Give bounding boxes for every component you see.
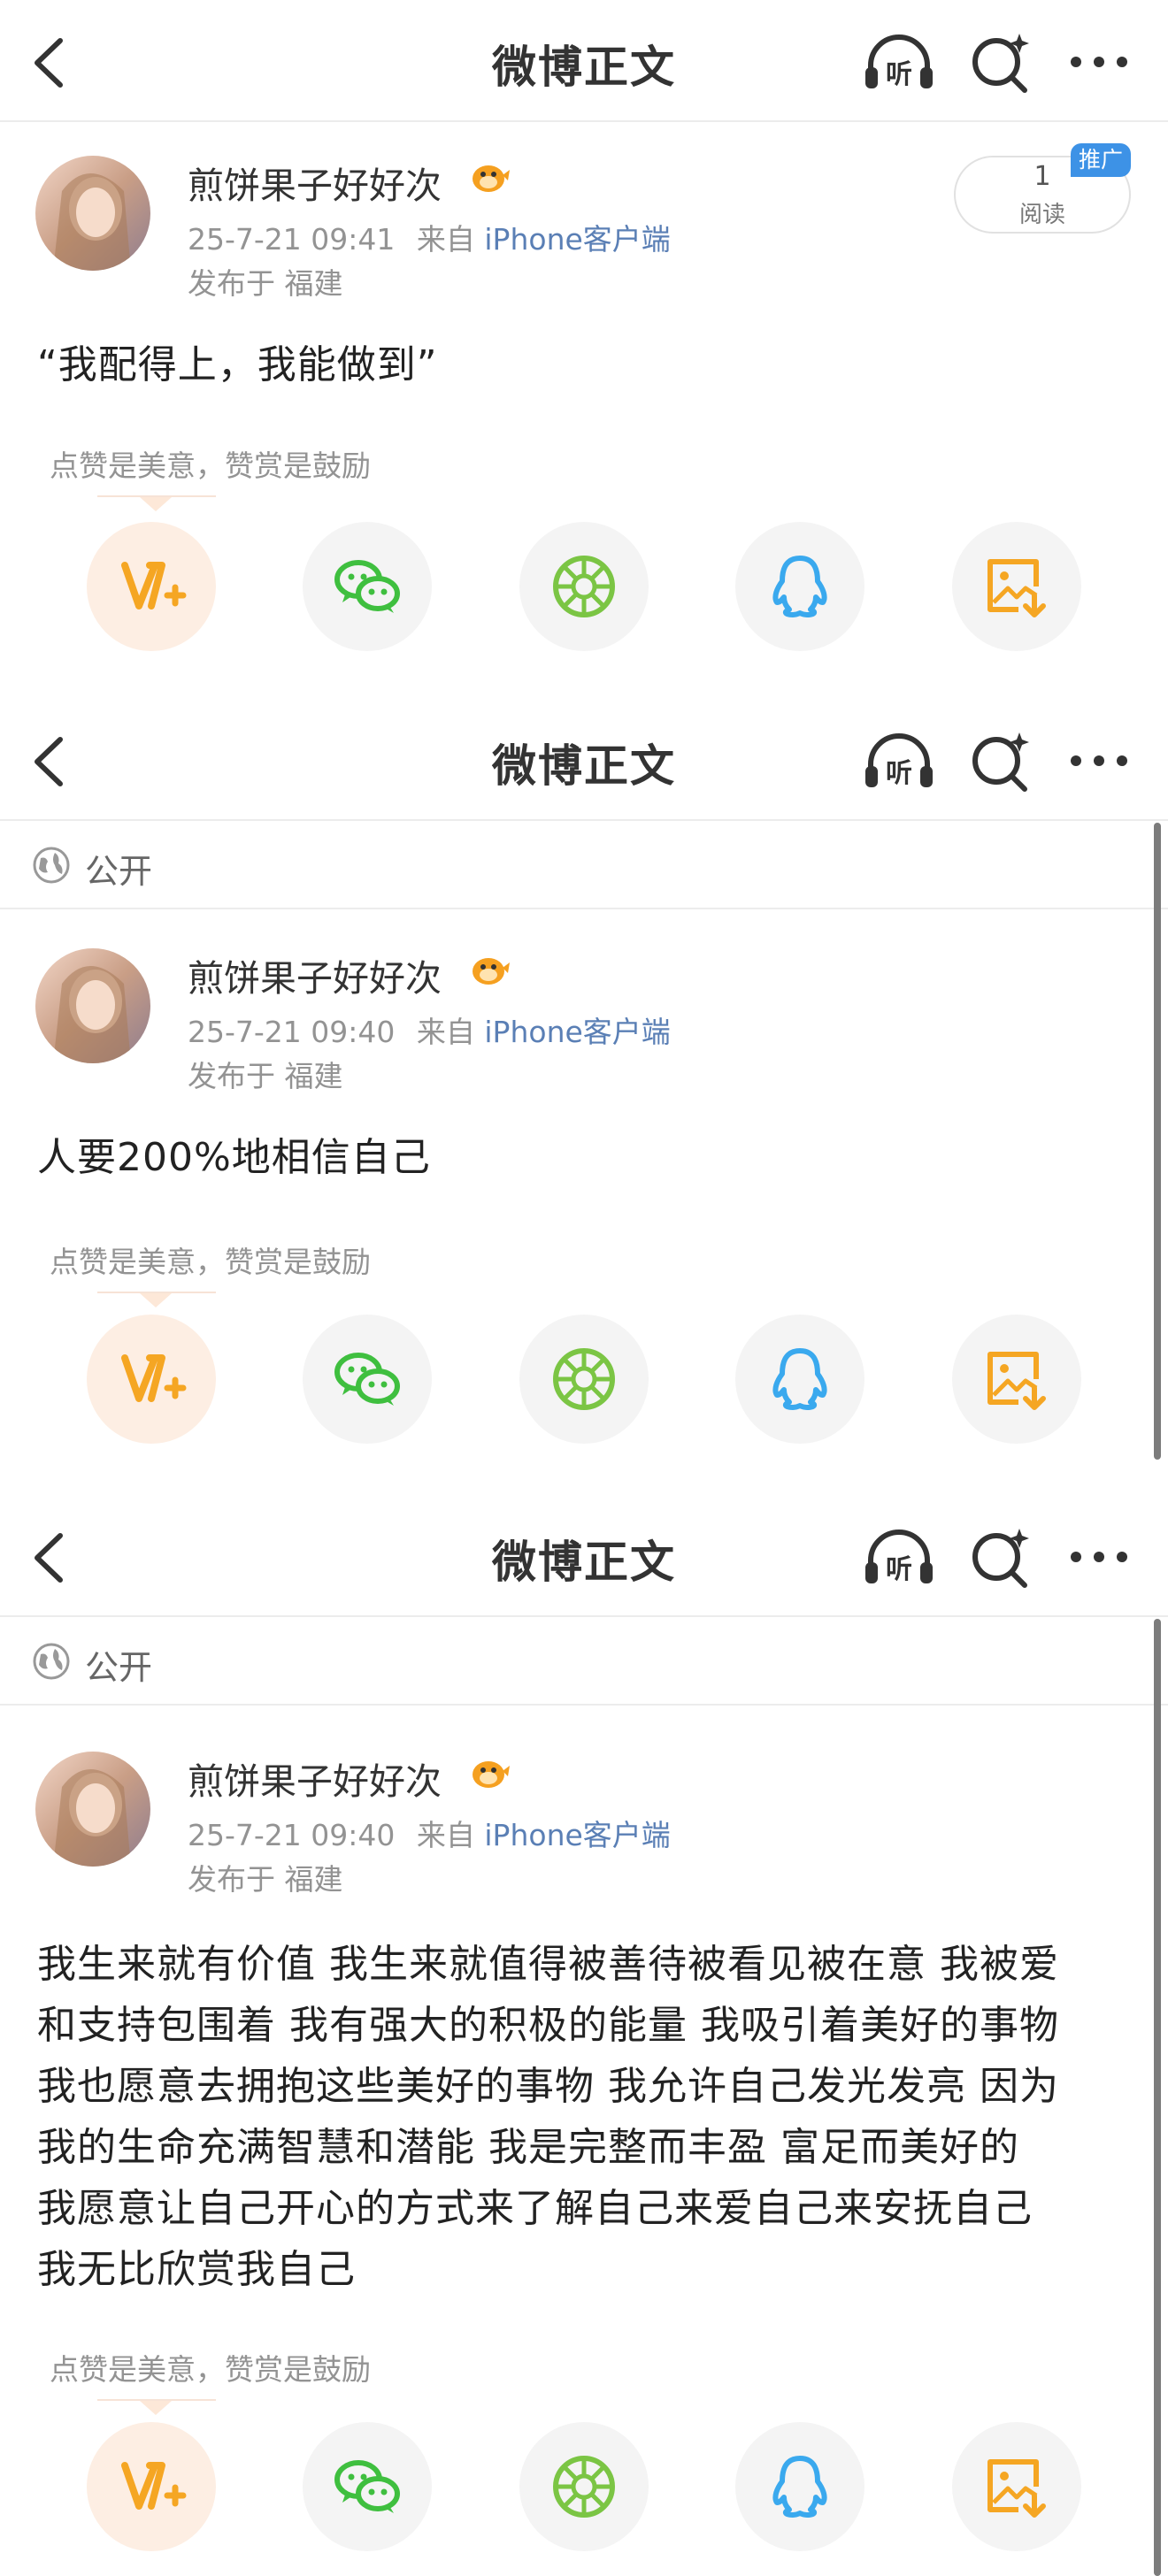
svg-text:听: 听 — [886, 1554, 912, 1585]
svg-text:听: 听 — [886, 59, 912, 90]
visibility-bar: 公开 — [0, 821, 1168, 909]
read-label: 阅读 — [1018, 202, 1065, 228]
post-meta: 25-7-21 09:41 来自 iPhone客户端 — [188, 216, 671, 258]
globe-icon — [33, 1643, 70, 1680]
visibility-bar: 公开 — [0, 1617, 1168, 1706]
reward-tip: 点赞是美意，赞赏是鼓励 — [50, 448, 371, 483]
weibo-reward-button[interactable] — [87, 2422, 216, 2551]
save-image-icon — [987, 1352, 1046, 1410]
username[interactable]: 煎饼果子好好次 — [188, 1752, 442, 1805]
timestamp: 25-7-21 09:40 — [188, 1818, 396, 1852]
weibo-reward-icon — [121, 1354, 187, 1402]
member-badge-icon — [473, 958, 510, 985]
share-bar — [0, 2422, 1168, 2555]
save-image-button[interactable] — [952, 1315, 1081, 1444]
screen-1: 微博正文 听 煎饼果子好好次 25-7-21 09:41 来自 iPhone客户… — [0, 0, 1168, 699]
username[interactable]: 煎饼果子好好次 — [188, 948, 442, 1001]
timestamp: 25-7-21 09:41 — [188, 222, 396, 257]
content-line: 我生来就有价值 我生来就值得被善待被看见被在意 我被爱 — [37, 1942, 1059, 1987]
qq-icon — [772, 1348, 827, 1410]
share-bar — [0, 522, 1168, 655]
source-link[interactable]: iPhone客户端 — [484, 1818, 670, 1852]
more-dots-icon[interactable] — [1062, 729, 1136, 793]
svg-text:听: 听 — [886, 758, 912, 789]
nav-bar: 微博正文 听 — [0, 1495, 1168, 1617]
moments-icon — [553, 1348, 615, 1410]
save-image-icon — [987, 559, 1046, 617]
post-meta: 25-7-21 09:40 来自 iPhone客户端 — [188, 1812, 671, 1854]
reward-tip: 点赞是美意，赞赏是鼓励 — [50, 2352, 371, 2387]
source-link[interactable]: iPhone客户端 — [484, 1015, 670, 1049]
qq-button[interactable] — [735, 522, 864, 651]
tip-arrow — [140, 2401, 172, 2415]
qq-button[interactable] — [735, 1315, 864, 1444]
avatar[interactable] — [35, 156, 150, 271]
search-sparkle-icon[interactable] — [964, 1525, 1039, 1589]
location: 发布于 福建 — [188, 266, 343, 301]
source-prefix: 来自 — [416, 1015, 475, 1049]
tip-arrow — [140, 1293, 172, 1307]
listen-headphones-icon[interactable]: 听 — [862, 1525, 936, 1589]
avatar[interactable] — [35, 948, 150, 1063]
reward-tip: 点赞是美意，赞赏是鼓励 — [50, 1245, 371, 1279]
weibo-reward-icon — [121, 562, 187, 610]
visibility-label: 公开 — [85, 1648, 153, 1687]
moments-button[interactable] — [519, 522, 649, 651]
timestamp: 25-7-21 09:40 — [188, 1015, 396, 1049]
screen-2: 微博正文 听 公开 煎饼果子好好次 25-7-21 09:40 来自 iPhon… — [0, 699, 1168, 1463]
visibility-label: 公开 — [85, 852, 153, 891]
wechat-icon — [334, 2460, 400, 2513]
globe-icon — [33, 847, 70, 884]
post-content: 我生来就有价值 我生来就值得被善待被看见被在意 我被爱 和支持包围着 我有强大的… — [37, 1934, 1134, 2300]
wechat-button[interactable] — [303, 1315, 432, 1444]
content-line: 我也愿意去拥抱这些美好的事物 我允许自己发光发亮 因为 — [37, 2064, 1059, 2109]
qq-icon — [772, 2456, 827, 2518]
post-content: 人要200%地相信自己 — [37, 1135, 431, 1180]
location: 发布于 福建 — [188, 1862, 343, 1897]
weibo-reward-button[interactable] — [87, 1315, 216, 1444]
moments-button[interactable] — [519, 2422, 649, 2551]
search-sparkle-icon[interactable] — [964, 729, 1039, 793]
username[interactable]: 煎饼果子好好次 — [188, 156, 442, 209]
weibo-reward-icon — [121, 2462, 187, 2510]
qq-button[interactable] — [735, 2422, 864, 2551]
nav-bar: 微博正文 听 — [0, 0, 1168, 122]
content-line: 我无比欣赏我自己 — [37, 2247, 356, 2292]
moments-button[interactable] — [519, 1315, 649, 1444]
share-bar — [0, 1315, 1168, 1447]
moments-icon — [553, 2456, 615, 2518]
qq-icon — [772, 556, 827, 617]
more-dots-icon[interactable] — [1062, 30, 1136, 94]
content-line: 我的生命充满智慧和潜能 我是完整而丰盈 富足而美好的 — [37, 2125, 1019, 2170]
tip-arrow — [140, 497, 172, 511]
moments-icon — [553, 556, 615, 617]
save-image-button[interactable] — [952, 522, 1081, 651]
content-line: 和支持包围着 我有强大的积极的能量 我吸引着美好的事物 — [37, 2003, 1059, 2048]
member-badge-icon — [473, 1761, 510, 1788]
wechat-button[interactable] — [303, 2422, 432, 2551]
content-line: 我愿意让自己开心的方式来了解自己来爱自己来安抚自己 — [37, 2186, 1033, 2231]
weibo-reward-button[interactable] — [87, 522, 216, 651]
promote-badge[interactable]: 推广 — [1071, 143, 1131, 177]
source-prefix: 来自 — [416, 222, 475, 257]
source-link[interactable]: iPhone客户端 — [484, 222, 670, 257]
wechat-icon — [334, 560, 400, 613]
more-dots-icon[interactable] — [1062, 1525, 1136, 1589]
screen-3: 微博正文 听 公开 煎饼果子好好次 25-7-21 09:40 来自 iPhon… — [0, 1495, 1168, 2576]
wechat-icon — [334, 1353, 400, 1406]
location: 发布于 福建 — [188, 1059, 343, 1093]
wechat-button[interactable] — [303, 522, 432, 651]
member-badge-icon — [473, 165, 510, 192]
save-image-button[interactable] — [952, 2422, 1081, 2551]
save-image-icon — [987, 2459, 1046, 2518]
post-meta: 25-7-21 09:40 来自 iPhone客户端 — [188, 1008, 671, 1051]
source-prefix: 来自 — [416, 1818, 475, 1852]
post-content: “我配得上，我能做到” — [37, 342, 438, 387]
search-sparkle-icon[interactable] — [964, 30, 1039, 94]
listen-headphones-icon[interactable]: 听 — [862, 30, 936, 94]
listen-headphones-icon[interactable]: 听 — [862, 729, 936, 793]
avatar[interactable] — [35, 1752, 150, 1867]
nav-bar: 微博正文 听 — [0, 699, 1168, 821]
